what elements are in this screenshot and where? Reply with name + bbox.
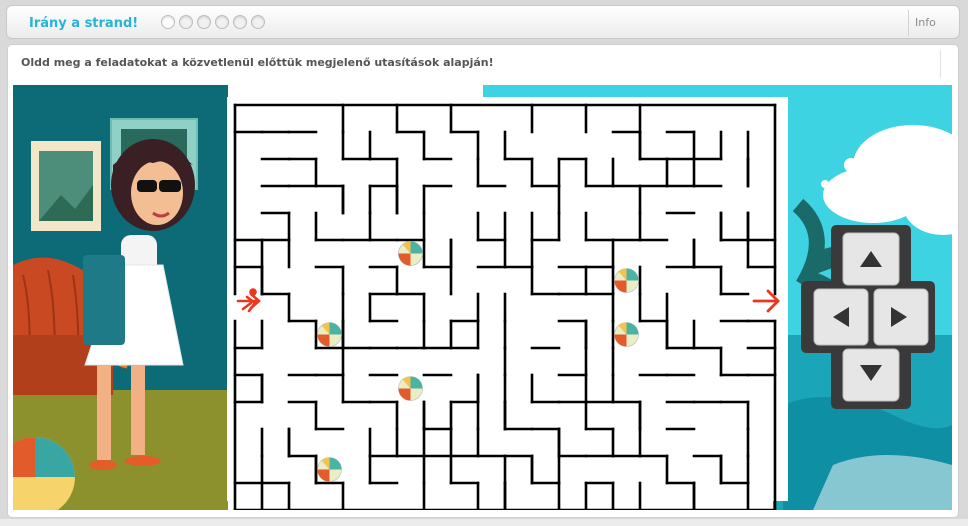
up-button[interactable] [842, 232, 900, 286]
maze-background [227, 97, 788, 501]
beach-ball-icon [317, 457, 342, 482]
beach-ball-icon [614, 268, 639, 293]
page-title: Irány a strand! [29, 16, 139, 31]
bottom-bar [0, 519, 968, 526]
progress-dot-2[interactable] [179, 15, 193, 29]
progress-dot-3[interactable] [197, 15, 211, 29]
beach-ball-icon [614, 322, 639, 347]
beach-ball-icon [398, 376, 423, 401]
instruction-text: Oldd meg a feladatokat a közvetlenül elő… [21, 56, 494, 69]
progress-dot-5[interactable] [233, 15, 247, 29]
game-scene [13, 85, 952, 510]
picture-frame [31, 141, 101, 231]
top-bar: Irány a strand! Info [6, 5, 960, 39]
right-button[interactable] [873, 288, 929, 346]
info-button[interactable]: Info [915, 16, 936, 29]
progress-dots [161, 15, 265, 29]
divider [908, 10, 909, 36]
left-button[interactable] [813, 288, 869, 346]
beach-ball-icon [317, 322, 342, 347]
progress-dot-6[interactable] [251, 15, 265, 29]
down-button[interactable] [842, 348, 900, 402]
divider [940, 50, 941, 78]
progress-dot-1[interactable] [161, 15, 175, 29]
beach-ball-icon [398, 241, 423, 266]
progress-dot-4[interactable] [215, 15, 229, 29]
